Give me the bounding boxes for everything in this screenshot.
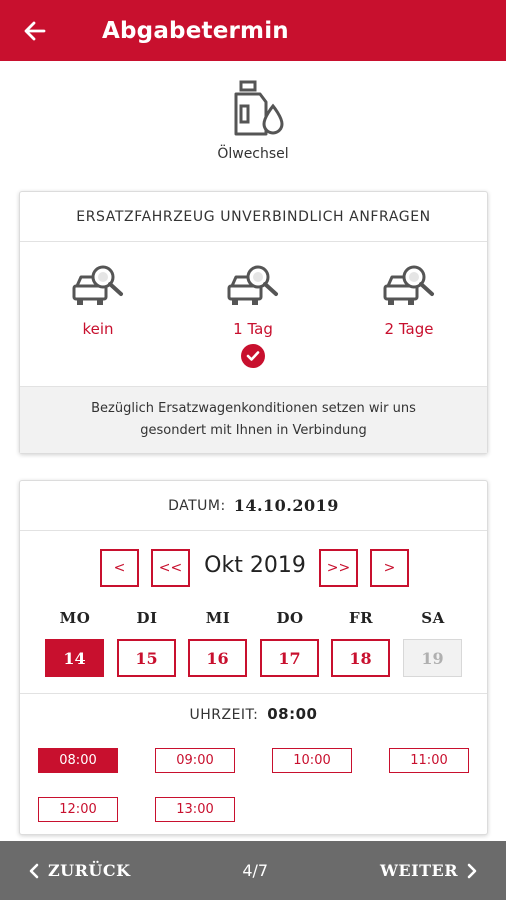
- time-label: UHRZEIT:: [189, 707, 259, 723]
- car-search-icon: [383, 265, 434, 305]
- divider: [20, 693, 487, 694]
- replacement-heading: ERSATZFAHRZEUG UNVERBINDLICH ANFRAGEN: [20, 192, 487, 242]
- date-label: DATUM:: [168, 497, 226, 514]
- time-slot[interactable]: 10:00: [272, 748, 352, 773]
- chevron-right-icon: [467, 863, 477, 878]
- day-button[interactable]: 18: [331, 639, 390, 677]
- time-slot[interactable]: 13:00: [155, 797, 235, 822]
- bottom-nav-bar: ZURÜCK 4/7 WEITER: [0, 841, 506, 900]
- replacement-vehicle-card: ERSATZFAHRZEUG UNVERBINDLICH ANFRAGEN ke…: [19, 191, 488, 454]
- option-label: 1 Tag: [233, 320, 273, 338]
- appointment-card: DATUM: 14.10.2019 < << Okt 2019 >> > MO …: [19, 480, 488, 835]
- time-value: 08:00: [267, 705, 318, 723]
- replacement-options: kein 1 Tag 2 Tage: [20, 242, 487, 388]
- option-label: 2 Tage: [384, 320, 434, 338]
- day-button-disabled: 19: [403, 639, 462, 677]
- prev-month-button[interactable]: <<: [151, 549, 190, 587]
- car-search-icon: [227, 265, 278, 305]
- time-slot[interactable]: 08:00: [38, 748, 118, 773]
- weekday-label: SA: [421, 609, 445, 627]
- replacement-note: Bezüglich Ersatzwagenkonditionen setzen …: [20, 386, 487, 453]
- date-value: 14.10.2019: [233, 496, 339, 515]
- next-nav-label: WEITER: [379, 861, 458, 880]
- service-label: Ölwechsel: [217, 146, 289, 162]
- note-line-2: gesondert mit Ihnen in Verbindung: [140, 423, 367, 438]
- page-indicator: 4/7: [242, 861, 269, 880]
- time-slot[interactable]: 11:00: [389, 748, 469, 773]
- weekday-label: DI: [136, 609, 158, 627]
- app-bar: Abgabetermin: [0, 0, 506, 61]
- month-label: Okt 2019: [204, 553, 306, 578]
- back-nav-label: ZURÜCK: [48, 861, 131, 880]
- prev-week-button[interactable]: <: [100, 549, 139, 587]
- checkmark-icon: [241, 344, 265, 368]
- weekday-label: FR: [348, 609, 374, 627]
- time-slot[interactable]: 12:00: [38, 797, 118, 822]
- weekday-label: MI: [205, 609, 231, 627]
- page-title: Abgabetermin: [102, 17, 289, 44]
- weekday-label: MO: [59, 609, 91, 627]
- oil-canister-icon: [234, 80, 284, 136]
- note-line-1: Bezüglich Ersatzwagenkonditionen setzen …: [91, 401, 416, 416]
- chevron-left-icon: [29, 863, 39, 878]
- time-slot[interactable]: 09:00: [155, 748, 235, 773]
- service-info: Ölwechsel: [0, 76, 506, 162]
- back-button[interactable]: [0, 0, 70, 61]
- time-row: UHRZEIT: 08:00: [20, 705, 487, 723]
- day-button[interactable]: 17: [260, 639, 319, 677]
- day-button[interactable]: 15: [117, 639, 176, 677]
- option-1-day[interactable]: 1 Tag: [203, 262, 303, 368]
- next-nav-button[interactable]: WEITER: [380, 861, 478, 880]
- next-week-button[interactable]: >: [370, 549, 409, 587]
- day-button[interactable]: 16: [188, 639, 247, 677]
- arrow-left-icon: [24, 21, 46, 40]
- car-search-icon: [72, 265, 123, 305]
- option-label: kein: [82, 320, 114, 338]
- option-none[interactable]: kein: [48, 262, 148, 338]
- weekday-label: DO: [276, 609, 304, 627]
- back-nav-button[interactable]: ZURÜCK: [28, 861, 131, 880]
- next-month-button[interactable]: >>: [319, 549, 358, 587]
- date-row: DATUM: 14.10.2019: [20, 481, 487, 531]
- option-2-days[interactable]: 2 Tage: [359, 262, 459, 338]
- day-button[interactable]: 14: [45, 639, 104, 677]
